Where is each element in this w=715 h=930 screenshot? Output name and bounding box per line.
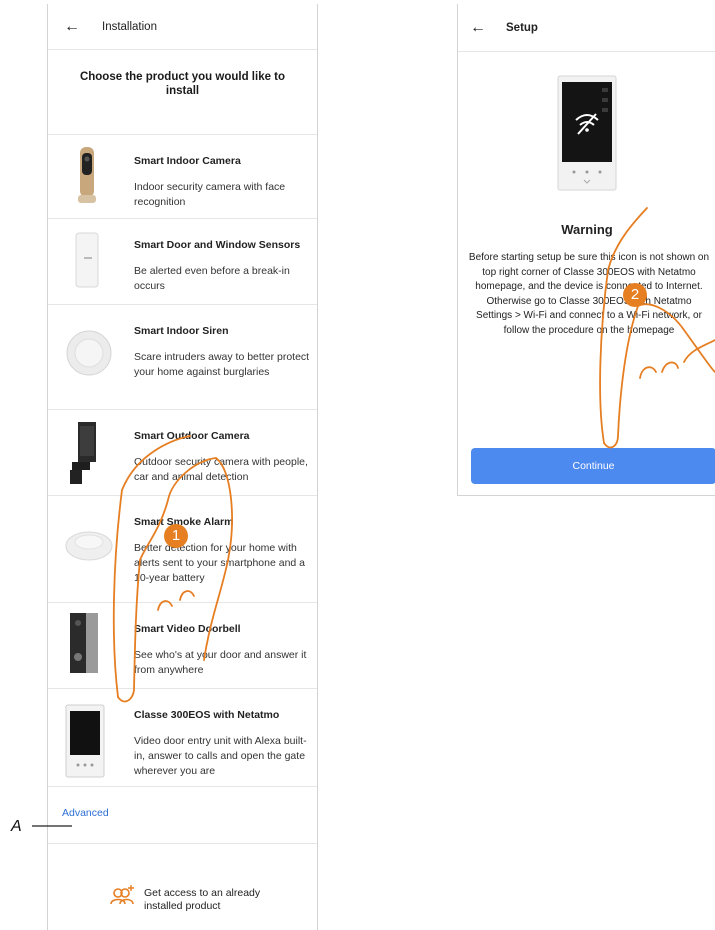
warning-title: Warning [561, 222, 613, 237]
setup-screen: ← Setup Warning Before starting setup be… [457, 4, 715, 496]
indoor-camera-thumbnail [78, 147, 96, 203]
product-description: Scare intruders away to better protect y… [134, 351, 310, 378]
product-name: Smart Door and Window Sensors [134, 239, 301, 251]
product-item-classe-300eos[interactable]: Classe 300EOS with Netatmo Video door en… [48, 689, 317, 787]
outdoor-camera-thumbnail [70, 422, 96, 484]
access-label: Get access to an already installed produ… [144, 887, 261, 912]
step-marker-1: 1 [164, 524, 188, 548]
product-item-indoor-camera[interactable]: Smart Indoor Camera Indoor security came… [48, 135, 317, 219]
product-item-door-window-sensors[interactable]: Smart Door and Window Sensors Be alerted… [48, 219, 317, 305]
back-arrow-icon[interactable]: ← [64, 18, 80, 35]
product-description: See who's at your door and answer it fro… [134, 649, 307, 676]
product-name: Smart Video Doorbell [134, 623, 241, 635]
continue-button[interactable]: Continue [471, 448, 715, 484]
product-name: Smart Indoor Siren [134, 325, 229, 337]
add-users-icon [110, 885, 134, 905]
product-name: Classe 300EOS with Netatmo [134, 709, 280, 721]
setup-header: ← Setup [458, 4, 715, 52]
product-name: Smart Indoor Camera [134, 155, 241, 167]
step-marker-2: 2 [623, 283, 647, 307]
product-description: Video door entry unit with Alexa built-i… [134, 735, 307, 777]
classe-300eos-thumbnail [65, 704, 105, 778]
advanced-link[interactable]: Advanced [48, 787, 317, 844]
callout-label-a: A [11, 818, 22, 835]
warning-text: Before starting setup be sure this icon … [468, 252, 710, 336]
device-illustration [557, 75, 617, 191]
installation-screen: ← Installation Choose the product you wo… [47, 4, 318, 930]
product-description: Be alerted even before a break-in occurs [134, 265, 290, 292]
product-item-outdoor-camera[interactable]: Smart Outdoor Camera Outdoor security ca… [48, 410, 317, 496]
product-item-indoor-siren[interactable]: Smart Indoor Siren Scare intruders away … [48, 305, 317, 410]
product-item-smoke-alarm[interactable]: Smart Smoke Alarm Better detection for y… [48, 496, 317, 603]
product-description: Better detection for your home with aler… [134, 542, 306, 584]
smoke-alarm-thumbnail [65, 531, 113, 561]
product-description: Indoor security camera with face recogni… [134, 181, 286, 208]
product-item-video-doorbell[interactable]: Smart Video Doorbell See who's at your d… [48, 603, 317, 689]
header-title: Setup [506, 21, 538, 34]
product-name: Smart Outdoor Camera [134, 430, 250, 442]
page-heading: Choose the product you would like to ins… [48, 50, 317, 135]
doorbell-thumbnail [70, 613, 98, 673]
product-description: Outdoor security camera with people, car… [134, 456, 308, 483]
access-installed-product-row[interactable]: Get access to an already installed produ… [48, 844, 317, 930]
sensor-thumbnail [75, 232, 99, 288]
back-arrow-icon[interactable]: ← [470, 19, 486, 36]
header-title: Installation [102, 20, 157, 33]
siren-thumbnail [66, 330, 112, 376]
installation-header: ← Installation [48, 4, 317, 50]
